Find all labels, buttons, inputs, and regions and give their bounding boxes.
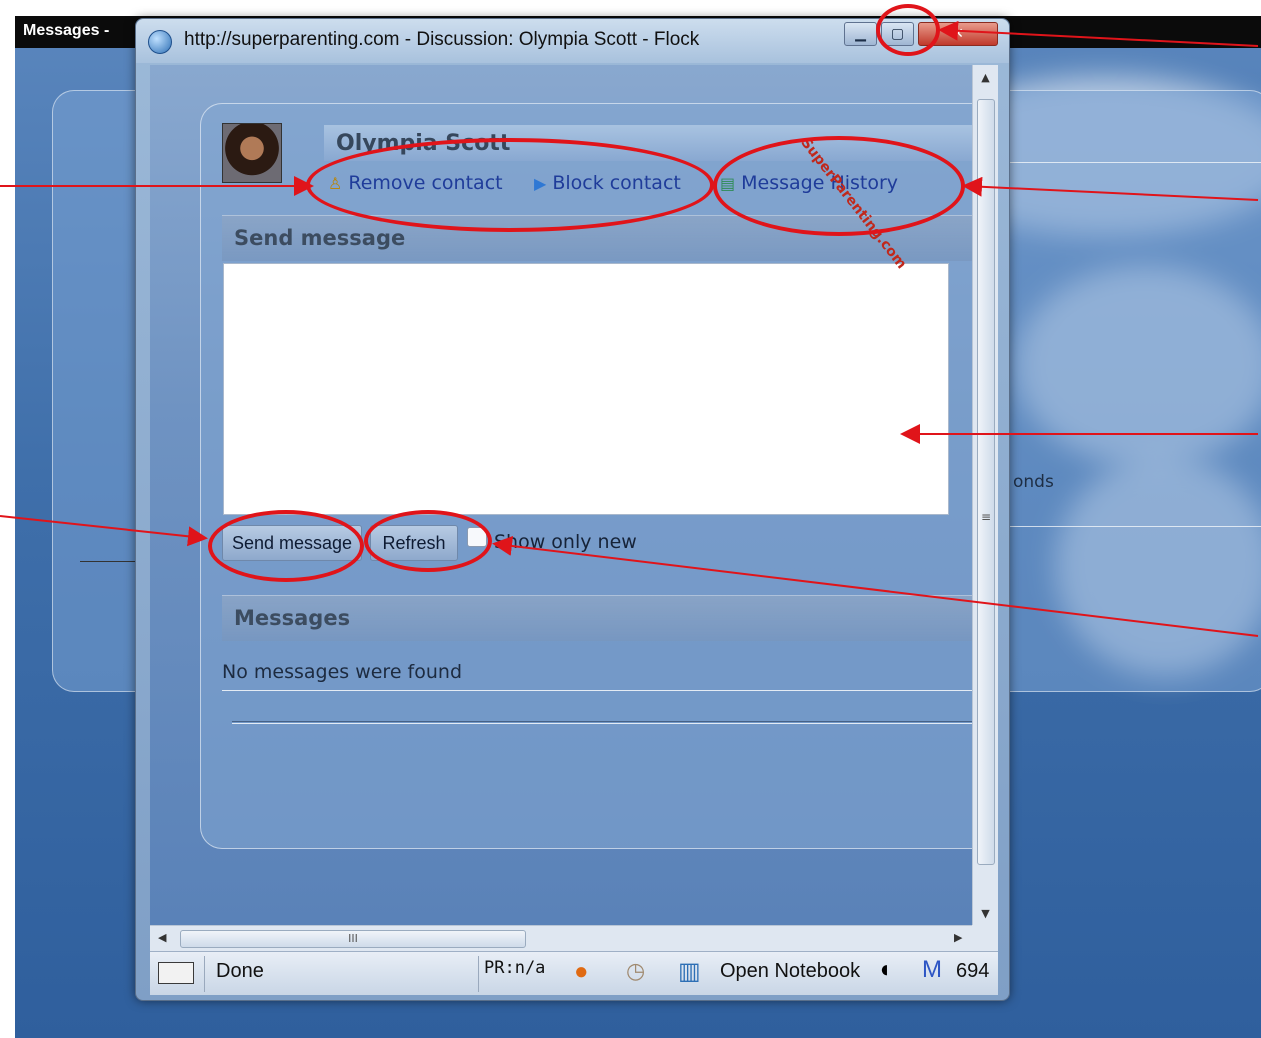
annotation-arrow [492, 535, 1259, 637]
annotation-arrow [0, 515, 208, 547]
annotation-arrow [938, 20, 1259, 47]
annotation-arrows [0, 20, 1259, 637]
annotation-arrow [962, 176, 1259, 201]
